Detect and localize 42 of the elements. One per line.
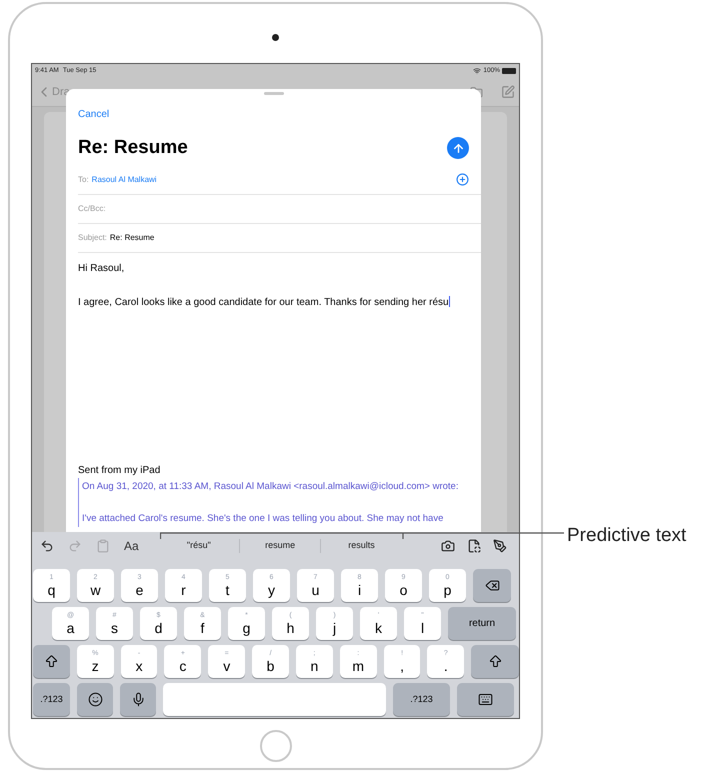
- battery-icon: [502, 68, 516, 74]
- compose-title: Re: Resume: [78, 136, 188, 160]
- message-text: I agree, Carol looks like a good candidate for our team. Thanks for sending her résu: [78, 295, 452, 310]
- signature-text: Sent from my iPad: [78, 464, 162, 478]
- shift-arrow-icon: [488, 654, 503, 669]
- prediction-suggestion[interactable]: resume: [239, 539, 320, 553]
- undo-icon[interactable]: [40, 539, 54, 553]
- delete-icon: [484, 578, 500, 593]
- smiley-icon: [88, 692, 102, 707]
- wifi-icon: [473, 67, 482, 75]
- shift-key[interactable]: [471, 645, 519, 678]
- prediction-suggestion[interactable]: "résu": [158, 539, 240, 553]
- emoji-key[interactable]: [77, 683, 113, 716]
- delete-key[interactable]: [473, 569, 511, 602]
- prediction-suggestion[interactable]: results: [320, 539, 402, 553]
- pen-icon[interactable]: [493, 539, 507, 553]
- numbers-key[interactable]: .?123: [33, 683, 70, 716]
- field-label: To:: [78, 174, 89, 186]
- add-recipient-icon[interactable]: [456, 173, 469, 186]
- recipient-name[interactable]: Rasoul Al Malkawi: [92, 174, 157, 186]
- subject-value: Re: Resume: [110, 232, 154, 244]
- numbers-key[interactable]: .?123: [393, 683, 450, 716]
- document-scan-icon[interactable]: [467, 539, 481, 553]
- microphone-key[interactable]: [120, 683, 156, 716]
- camera-icon: [272, 34, 279, 41]
- callout-label: Predictive text: [567, 524, 686, 548]
- field-label: Cc/Bcc:: [78, 202, 106, 214]
- microphone-icon: [130, 692, 146, 707]
- arrow-up-icon: [452, 142, 464, 155]
- cancel-button[interactable]: Cancel: [78, 107, 110, 122]
- shift-key[interactable]: [33, 645, 70, 678]
- return-key[interactable]: return: [448, 607, 516, 640]
- hide-keyboard-key[interactable]: [457, 683, 514, 716]
- quoted-message: On Aug 31, 2020, at 11:33 AM, Rasoul Al Malkawi <rasoul.almalkawi@icloud.com> wrote: I've attached Carol's resume. She's the one I was telling you about. She may not have: [78, 478, 470, 526]
- greeting-text: Hi Rasoul,: [78, 262, 126, 276]
- grabber-handle[interactable]: [264, 92, 284, 95]
- keyboard-icon: [478, 692, 493, 707]
- shift-arrow-icon: [44, 654, 59, 669]
- send-button[interactable]: [447, 137, 469, 160]
- camera-icon[interactable]: [441, 539, 455, 553]
- field-label: Subject:: [78, 232, 107, 244]
- format-button[interactable]: Aa: [124, 537, 139, 555]
